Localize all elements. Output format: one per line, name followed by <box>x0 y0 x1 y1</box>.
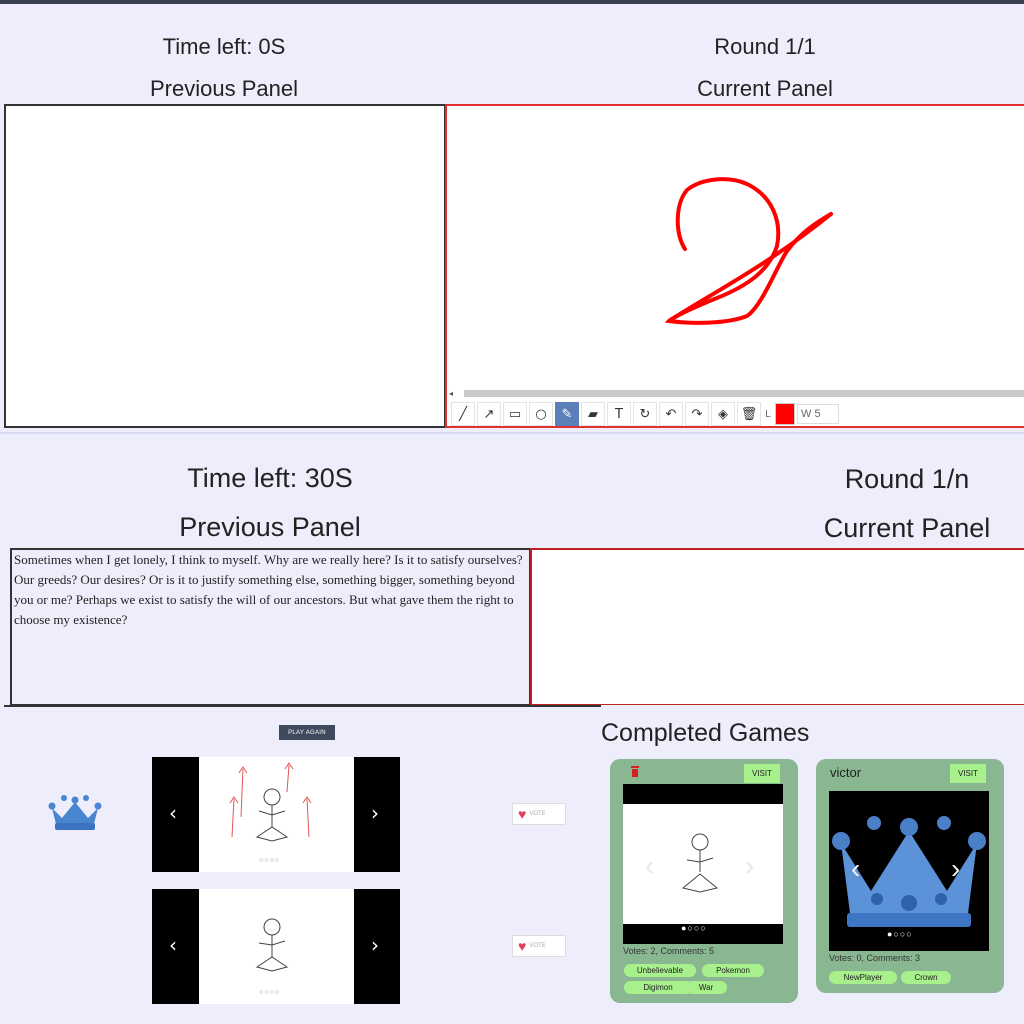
result-carousel: ‹ › ○○○○ <box>152 757 400 872</box>
carousel-prev-button[interactable]: ‹ <box>169 801 177 825</box>
stick-figure-drawing <box>255 918 289 972</box>
carousel-dots[interactable]: ○○○○ <box>259 989 280 996</box>
circle-icon[interactable]: ○ <box>529 402 553 426</box>
previous-panel-label: Previous Panel <box>179 512 361 542</box>
carousel-slide <box>199 757 354 872</box>
line-width-label: L <box>765 408 771 420</box>
eraser-icon[interactable]: ▰ <box>581 402 605 426</box>
carousel-prev-button[interactable]: ‹ <box>169 933 177 957</box>
carousel-next-button[interactable]: › <box>745 850 754 882</box>
undo-icon[interactable]: ↶ <box>659 402 683 426</box>
tag[interactable]: Unbelievable <box>624 964 696 977</box>
carousel-dots[interactable]: ●○○○ <box>887 929 913 939</box>
tag[interactable]: Pokemon <box>702 964 764 977</box>
fill-icon[interactable]: ◈ <box>711 402 735 426</box>
game-card: VISIT ‹ › ●○○○ Votes: 2, Comments: 5 Unb… <box>610 759 798 1003</box>
tag[interactable]: Digimon <box>624 981 692 994</box>
rotate-icon[interactable]: ↻ <box>633 402 657 426</box>
game-card: victor VISIT ‹ › ●○○○ Votes: 0, Comments… <box>816 759 1004 993</box>
time-left: Time left: 30S <box>187 463 353 493</box>
carousel-dots[interactable]: ○○○○ <box>259 857 280 864</box>
play-again-button[interactable]: PLAY AGAIN <box>279 725 335 740</box>
tag[interactable]: NewPlayer <box>829 971 897 984</box>
rectangle-icon[interactable]: ▭ <box>503 402 527 426</box>
drawing-toolbar: ╱ ↗ ▭ ○ ✎ ▰ T ↻ ↶ ↷ ◈ 🗑 L W 5 <box>449 400 1024 428</box>
line-icon[interactable]: ╱ <box>451 402 475 426</box>
redo-icon[interactable]: ↷ <box>685 402 709 426</box>
trash-icon[interactable]: 🗑 <box>737 402 761 426</box>
carousel-slide <box>199 889 354 1004</box>
completed-games-title: Completed Games <box>601 719 810 747</box>
red-scribble <box>664 177 833 325</box>
tag[interactable]: War <box>685 981 727 994</box>
carousel-dots[interactable]: ●○○○ <box>681 923 707 933</box>
card-owner: victor <box>830 765 862 780</box>
time-left: Time left: 0S <box>162 34 286 59</box>
crown-icon <box>48 795 102 830</box>
carousel-slide: ‹ › <box>623 804 783 924</box>
game-carousel: ‹ › ●○○○ <box>829 791 989 951</box>
vote-button[interactable]: ♥ VOTE <box>512 803 566 825</box>
vote-label: VOTE <box>529 943 546 949</box>
game-stats: Votes: 2, Comments: 5 <box>623 946 715 956</box>
arrow-icon[interactable]: ↗ <box>477 402 501 426</box>
previous-panel <box>4 104 446 428</box>
carousel-prev-button[interactable]: ‹ <box>851 853 860 885</box>
carousel-next-button[interactable]: › <box>951 853 960 885</box>
game-carousel: ‹ › ●○○○ <box>623 784 783 944</box>
current-panel-label: Current Panel <box>823 513 991 543</box>
trash-icon[interactable] <box>630 764 640 777</box>
text-icon[interactable]: T <box>607 402 631 426</box>
pen-icon[interactable]: ✎ <box>555 402 579 426</box>
stick-figure-drawing <box>229 762 312 842</box>
vote-button[interactable]: ♥ VOTE <box>512 935 566 957</box>
game-stats: Votes: 0, Comments: 3 <box>829 953 921 963</box>
current-panel-canvas[interactable] <box>530 548 1024 706</box>
scroll-left-arrow[interactable]: ◂ <box>449 389 453 398</box>
current-panel-label: Current Panel <box>697 76 833 101</box>
previous-panel-paragraph: Sometimes when I get lonely, I think to … <box>14 552 523 627</box>
width-input[interactable]: W 5 <box>797 404 839 424</box>
heart-icon: ♥ <box>518 938 527 954</box>
round-indicator: Round 1/1 <box>714 34 816 59</box>
color-picker[interactable] <box>775 403 795 425</box>
previous-panel-label: Previous Panel <box>150 76 298 101</box>
vote-label: VOTE <box>529 811 546 817</box>
result-carousel: ‹ › ○○○○ <box>152 889 400 1004</box>
heart-icon: ♥ <box>518 806 527 822</box>
current-panel-canvas[interactable] <box>445 104 1024 428</box>
carousel-next-button[interactable]: › <box>371 933 379 957</box>
visit-button[interactable]: VISIT <box>744 764 780 783</box>
carousel-next-button[interactable]: › <box>371 801 379 825</box>
carousel-prev-button[interactable]: ‹ <box>645 850 654 882</box>
visit-button[interactable]: VISIT <box>950 764 986 783</box>
previous-panel-text: Sometimes when I get lonely, I think to … <box>10 548 531 706</box>
horizontal-scrollbar[interactable] <box>464 390 1024 397</box>
tag[interactable]: Crown <box>901 971 951 984</box>
round-indicator: Round 1/n <box>844 464 970 494</box>
